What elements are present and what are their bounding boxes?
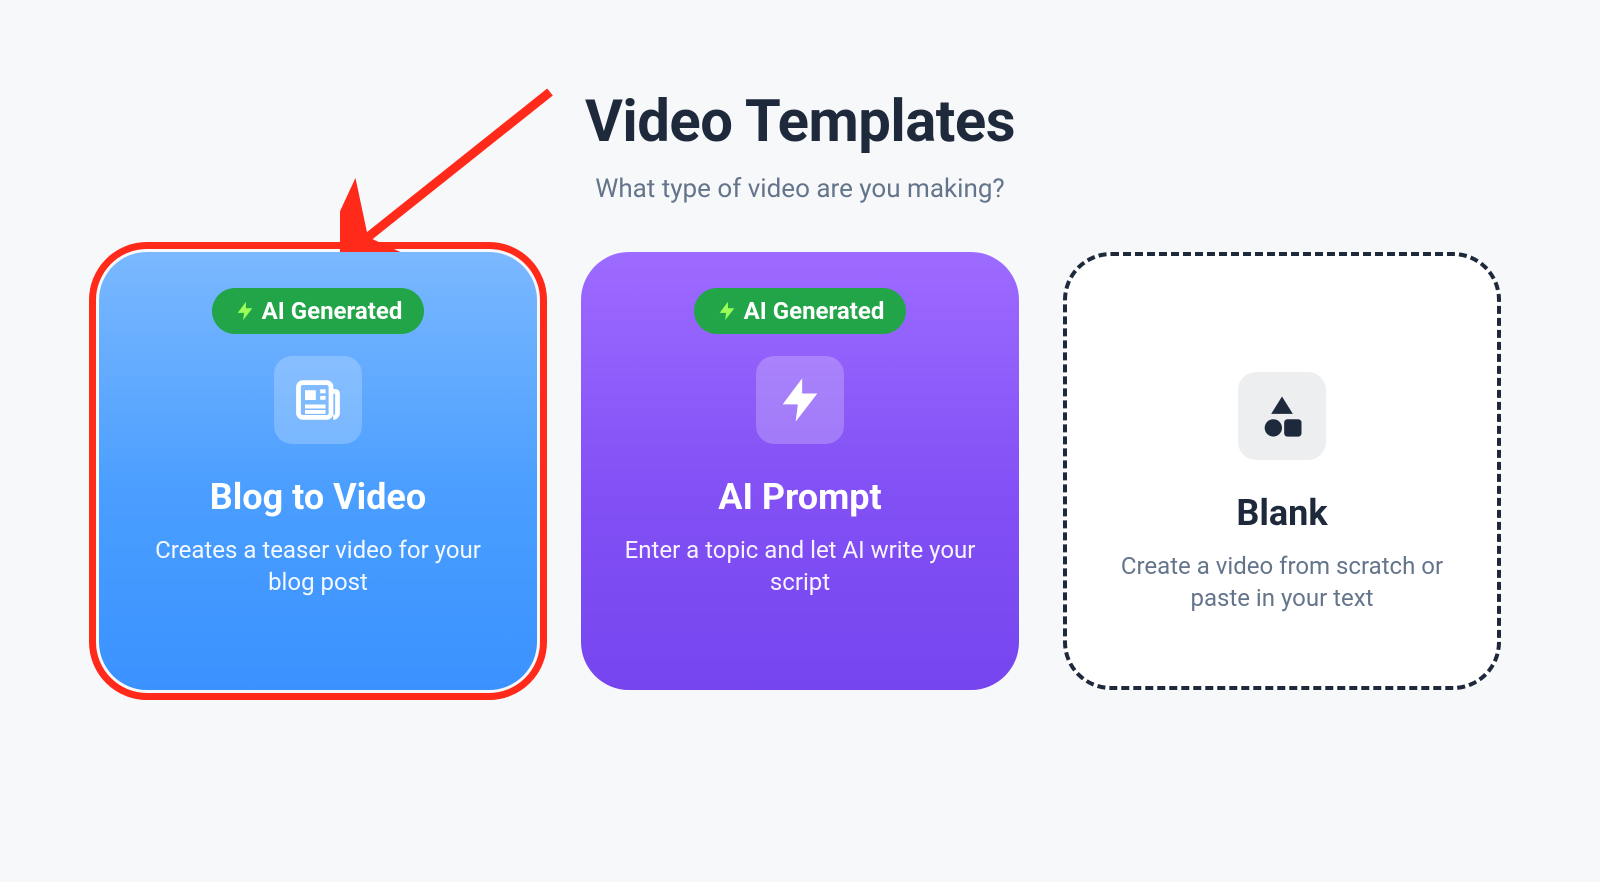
ai-generated-badge: AI Generated xyxy=(694,288,907,334)
template-card-blank[interactable]: Blank Create a video from scratch or pas… xyxy=(1063,252,1501,690)
card-description: Create a video from scratch or paste in … xyxy=(1102,550,1462,615)
badge-label: AI Generated xyxy=(262,297,403,325)
lightning-icon xyxy=(756,356,844,444)
card-description: Enter a topic and let AI write your scri… xyxy=(620,534,980,599)
card-title: Blank xyxy=(1236,492,1327,534)
template-card-blog-to-video[interactable]: AI Generated Blog to Video Creates a tea… xyxy=(99,252,537,690)
shapes-icon xyxy=(1238,372,1326,460)
page-subtitle: What type of video are you making? xyxy=(0,174,1600,204)
ai-generated-badge: AI Generated xyxy=(212,288,425,334)
template-cards: AI Generated Blog to Video Creates a tea… xyxy=(0,252,1600,690)
card-description: Creates a teaser video for your blog pos… xyxy=(138,534,498,599)
badge-label: AI Generated xyxy=(744,297,885,325)
lightning-icon xyxy=(234,300,256,322)
card-title: AI Prompt xyxy=(718,476,881,518)
template-card-ai-prompt[interactable]: AI Generated AI Prompt Enter a topic and… xyxy=(581,252,1019,690)
card-title: Blog to Video xyxy=(210,476,426,518)
header: Video Templates What type of video are y… xyxy=(0,0,1600,204)
lightning-icon xyxy=(716,300,738,322)
page-title: Video Templates xyxy=(0,88,1600,156)
newspaper-icon xyxy=(274,356,362,444)
